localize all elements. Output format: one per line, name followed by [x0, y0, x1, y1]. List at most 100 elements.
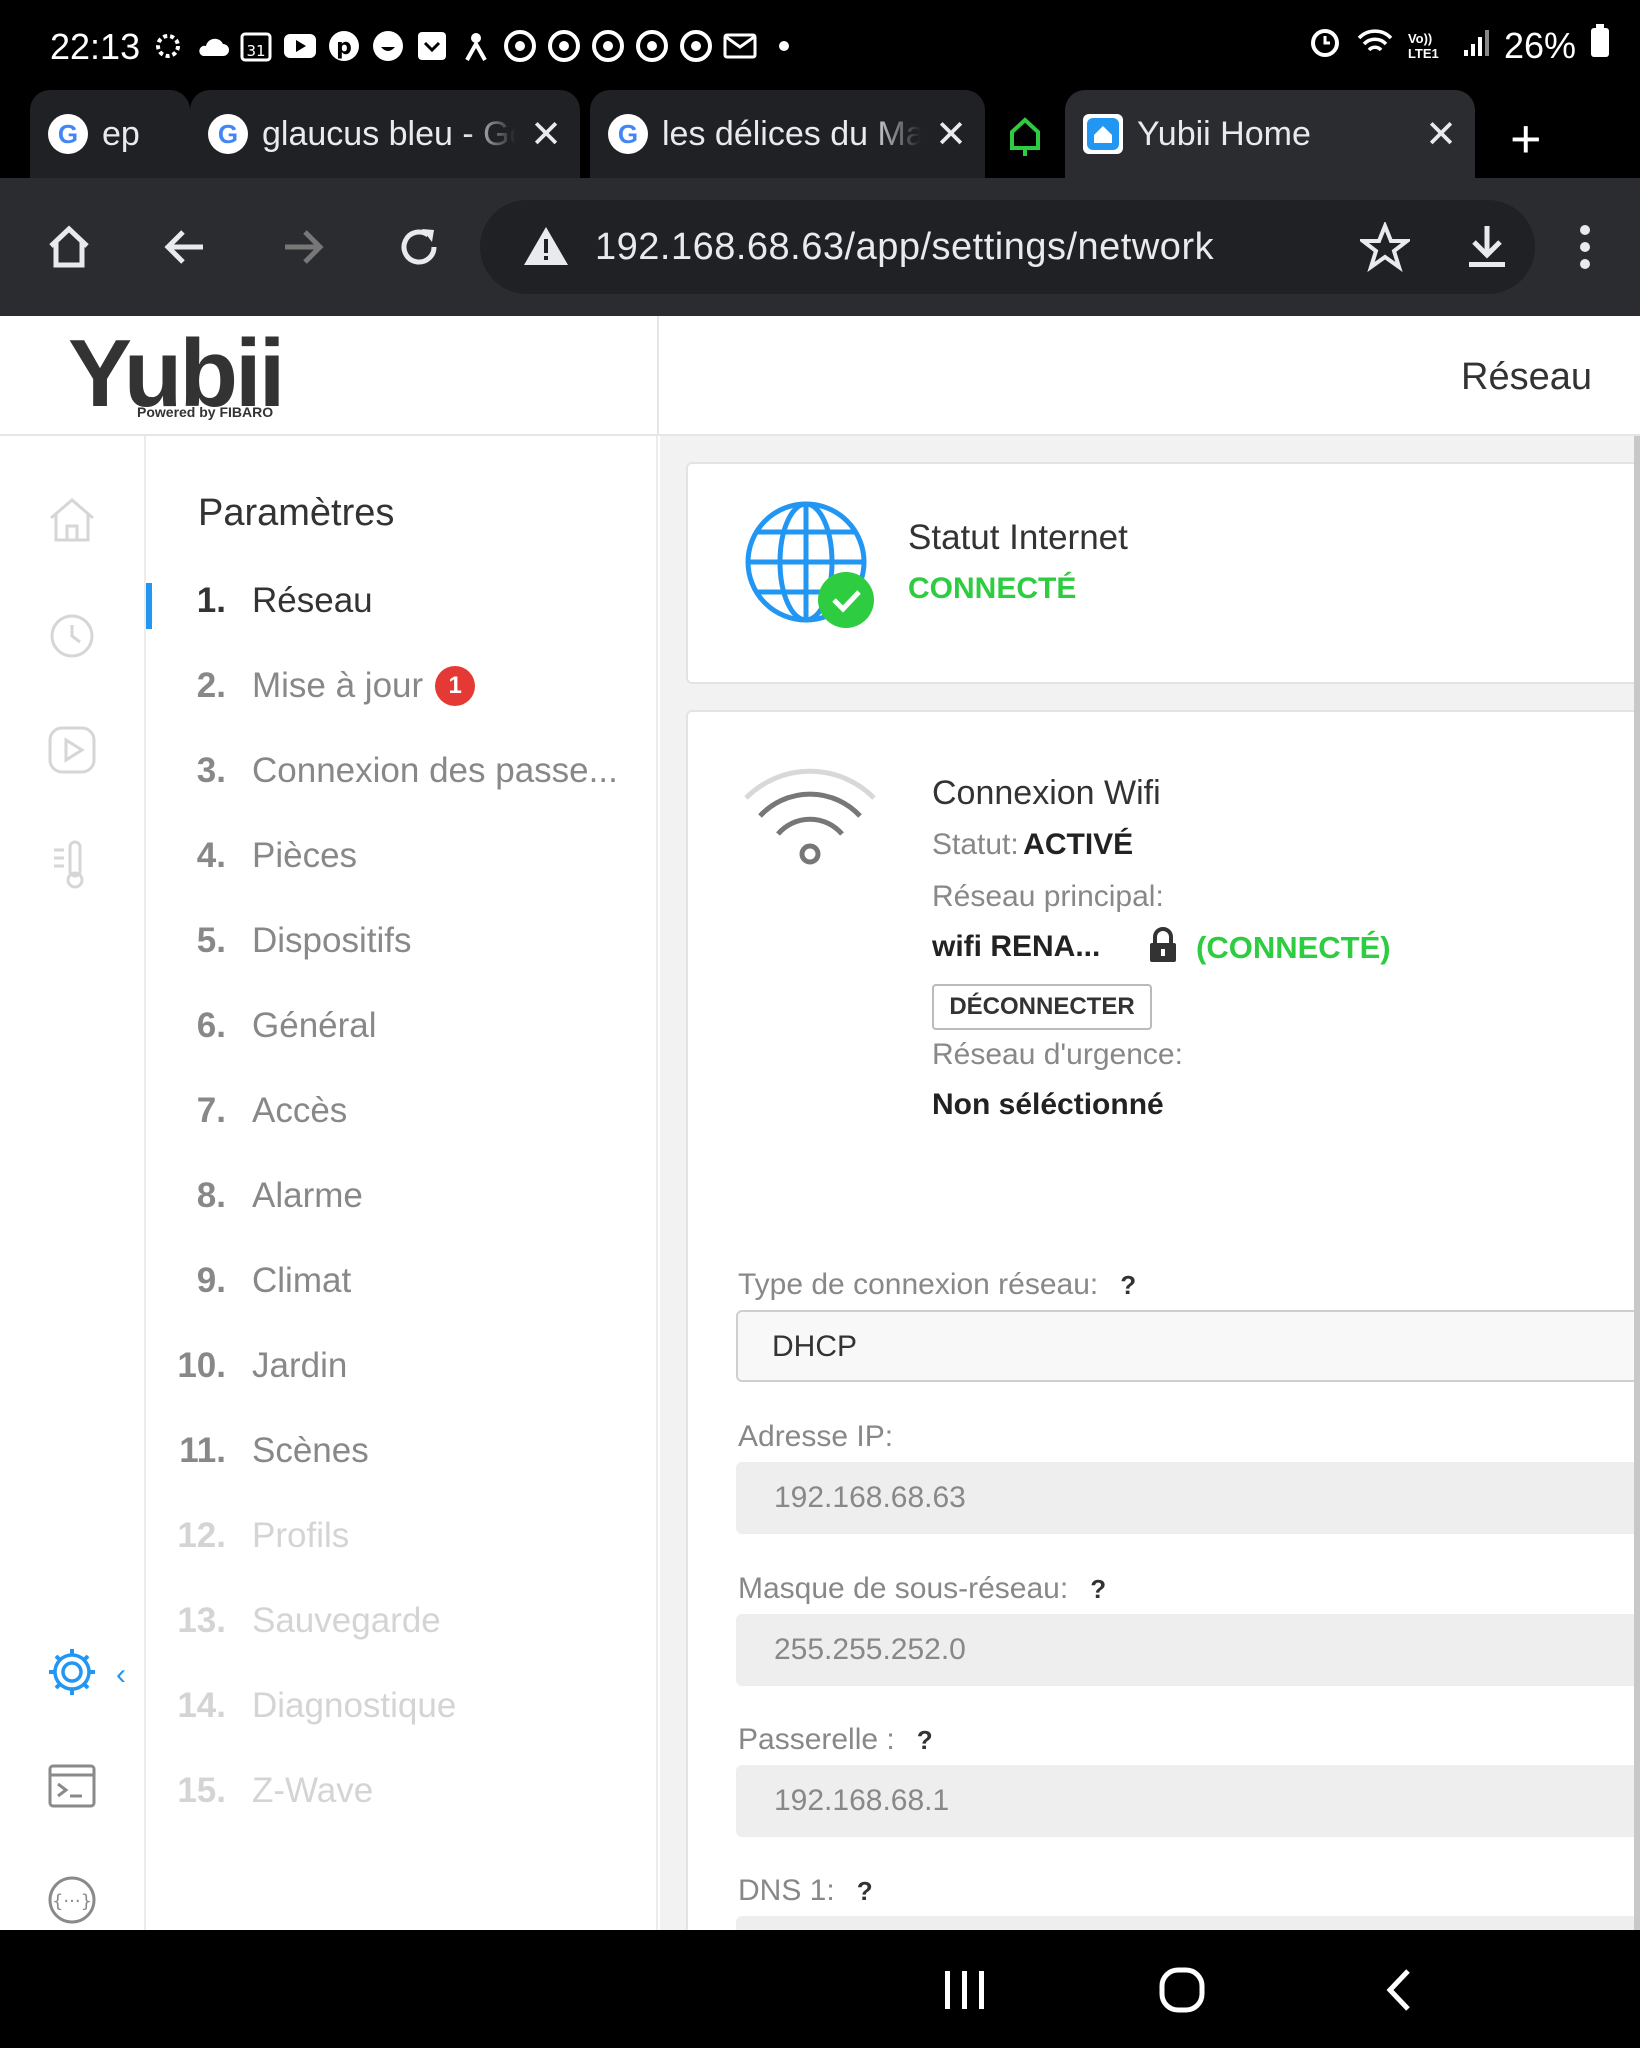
- icon-rail: ‹ {···}: [0, 436, 146, 1930]
- wifi-status-value: ACTIVÉ: [1023, 828, 1134, 861]
- back-nav-button[interactable]: [1370, 1960, 1430, 2020]
- home-app-icon: [1083, 114, 1123, 154]
- menu-item-number: 14.: [177, 1686, 226, 1725]
- media-play-icon[interactable]: [44, 722, 100, 778]
- yubii-app: Yubii Powered by FIBARO Réseau ‹ {···} P…: [0, 316, 1640, 1930]
- menu-item-jardin[interactable]: 10. Jardin: [146, 1336, 658, 1396]
- close-tab-icon[interactable]: ✕: [935, 112, 967, 157]
- menu-item-dispositifs[interactable]: 5. Dispositifs: [146, 911, 658, 971]
- tab-glaucus[interactable]: G glaucus bleu - Google ✕: [190, 90, 580, 178]
- content-scrollbar[interactable]: [1634, 436, 1640, 1930]
- tab-yubii-home[interactable]: Yubii Home ✕: [1065, 90, 1475, 178]
- help-icon[interactable]: ?: [1120, 1270, 1136, 1300]
- tab-group-icon[interactable]: [1000, 110, 1050, 160]
- menu-item-z-wave: 15. Z-Wave: [146, 1761, 658, 1821]
- main-network-state: (CONNECTÉ): [1196, 930, 1391, 965]
- page-title: Réseau: [1461, 356, 1592, 398]
- menu-item-number: 4.: [196, 836, 226, 875]
- gateway-label: Passerelle :?: [738, 1723, 933, 1756]
- chrome-icon: [502, 28, 537, 63]
- home-button[interactable]: [36, 214, 102, 280]
- back-button[interactable]: [152, 214, 218, 280]
- home-nav-button[interactable]: [1152, 1960, 1212, 2020]
- tab-delices[interactable]: G les délices du Maroc ✕: [590, 90, 985, 178]
- menu-item-label: Connexion des passe...: [252, 751, 618, 790]
- tab-title: Yubii Home: [1137, 114, 1311, 153]
- reload-button[interactable]: [386, 214, 452, 280]
- bookmark-star-icon[interactable]: [1357, 220, 1413, 277]
- menu-item-label: Profils: [252, 1516, 350, 1555]
- url-text[interactable]: 192.168.68.63/app/settings/network: [595, 226, 1214, 269]
- help-icon[interactable]: ?: [917, 1725, 933, 1755]
- help-icon[interactable]: ?: [857, 1876, 873, 1906]
- climate-thermometer-icon[interactable]: [44, 836, 100, 892]
- menu-item-label: Diagnostique: [252, 1686, 457, 1725]
- menu-item-label: Pièces: [252, 836, 358, 875]
- menu-item-label: Scènes: [252, 1431, 369, 1470]
- menu-item-mise-a-jour[interactable]: 2. Mise à jour 1: [146, 656, 658, 716]
- menu-item-number: 5.: [196, 921, 226, 960]
- battery-level: 26%: [1503, 24, 1576, 66]
- menu-item-scenes[interactable]: 11. Scènes: [146, 1421, 658, 1481]
- wifi-status-row: Statut: ACTIVÉ: [932, 828, 1133, 862]
- api-code-icon[interactable]: {···}: [44, 1872, 100, 1928]
- help-icon[interactable]: ?: [1090, 1574, 1106, 1604]
- chrome-icon: [546, 28, 581, 63]
- pocket-icon: [414, 28, 449, 63]
- menu-item-label: Jardin: [252, 1346, 348, 1385]
- subnet-mask-label: Masque de sous-réseau:?: [738, 1572, 1107, 1605]
- terminal-icon[interactable]: [44, 1758, 100, 1814]
- recent-apps-button[interactable]: [935, 1960, 995, 2020]
- menu-item-pieces[interactable]: 4. Pièces: [146, 826, 658, 886]
- svg-text:{···}: {···}: [52, 1891, 92, 1912]
- wifi-icon: [742, 768, 878, 873]
- download-icon[interactable]: [1465, 222, 1509, 277]
- disconnect-button[interactable]: DÉCONNECTER: [932, 984, 1152, 1030]
- menu-icon[interactable]: [1552, 214, 1618, 280]
- smiley-icon: [370, 28, 405, 63]
- app-header: Yubii Powered by FIBARO Réseau: [0, 316, 1640, 436]
- address-bar[interactable]: 192.168.68.63/app/settings/network: [480, 200, 1535, 294]
- google-icon: G: [208, 114, 248, 154]
- menu-item-reseau[interactable]: 1. Réseau: [146, 571, 658, 631]
- menu-item-climat[interactable]: 9. Climat: [146, 1251, 658, 1311]
- menu-item-number: 6.: [196, 1006, 226, 1045]
- connection-type-label: Type de connexion réseau:?: [738, 1268, 1137, 1301]
- more-notifications-icon: [766, 28, 801, 63]
- active-indicator: [146, 583, 152, 629]
- tab-title: glaucus bleu - Google: [262, 114, 516, 153]
- menu-item-connexion-passerelles[interactable]: 3. Connexion des passe...: [146, 741, 658, 801]
- menu-item-number: 13.: [177, 1601, 226, 1640]
- settings-gear-icon[interactable]: [44, 1644, 100, 1700]
- menu-item-label: Accès: [252, 1091, 348, 1130]
- tab-title: les délices du Maroc: [662, 114, 921, 153]
- menu-item-label: Sauvegarde: [252, 1601, 441, 1640]
- mail-icon: [722, 28, 757, 63]
- close-tab-icon[interactable]: ✕: [530, 112, 562, 157]
- menu-item-number: 12.: [177, 1516, 226, 1555]
- chrome-icon: [678, 28, 713, 63]
- main-network-label: Réseau principal:: [932, 880, 1164, 913]
- network-type: Vo)) LTE1: [1407, 30, 1439, 61]
- menu-item-label: Dispositifs: [252, 921, 412, 960]
- menu-item-sauvegarde: 13. Sauvegarde: [146, 1591, 658, 1651]
- collapse-chevron-icon[interactable]: ‹: [116, 1658, 126, 1692]
- chrome-icon: [634, 28, 669, 63]
- connection-type-select[interactable]: DHCP: [736, 1310, 1640, 1382]
- menu-item-label: Réseau: [252, 581, 373, 620]
- menu-item-general[interactable]: 6. Général: [146, 996, 658, 1056]
- home-icon[interactable]: [44, 492, 100, 548]
- forward-button[interactable]: [270, 214, 336, 280]
- new-tab-button[interactable]: +: [1510, 108, 1542, 170]
- close-tab-icon[interactable]: ✕: [1425, 112, 1457, 157]
- status-bar: 22:13 31 p Vo)) LTE1 26%: [0, 0, 1640, 90]
- menu-item-acces[interactable]: 7. Accès: [146, 1081, 658, 1141]
- gateway-field: 192.168.68.1: [736, 1765, 1640, 1837]
- warning-icon[interactable]: [522, 224, 570, 273]
- tab-ep[interactable]: G ep: [30, 90, 190, 178]
- menu-item-alarme[interactable]: 8. Alarme: [146, 1166, 658, 1226]
- wifi-status-label: Statut:: [932, 828, 1019, 861]
- ip-address-field: 192.168.68.63: [736, 1462, 1640, 1534]
- scenes-clock-icon[interactable]: [44, 606, 100, 662]
- dns1-label: DNS 1:?: [738, 1874, 873, 1907]
